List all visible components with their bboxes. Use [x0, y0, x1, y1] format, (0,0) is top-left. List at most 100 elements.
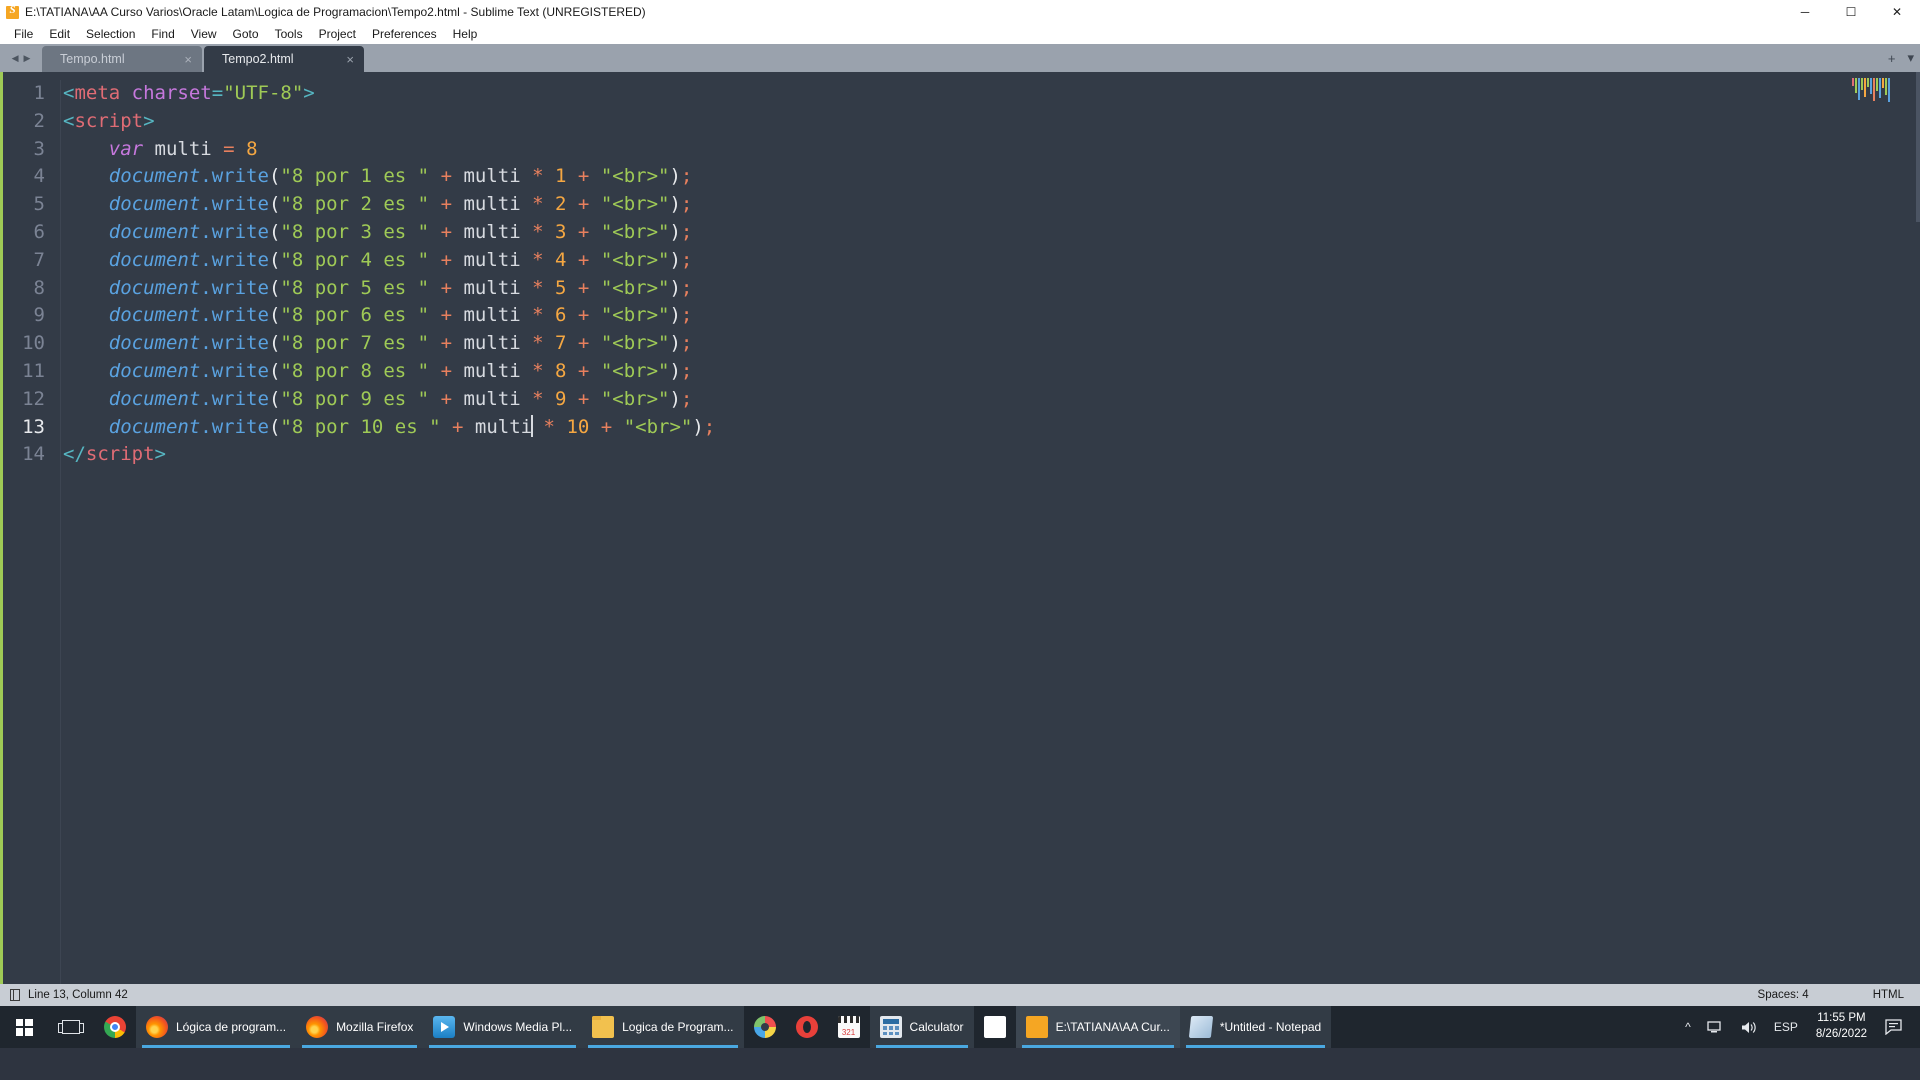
taskbar-item-folder[interactable]: Logica de Program...: [582, 1006, 744, 1048]
editor-vertical-scrollbar[interactable]: [1916, 72, 1920, 984]
taskbar-item-sublime-text[interactable]: E:\TATIANA\AA Cur...: [1015, 1006, 1180, 1048]
tab-close-icon[interactable]: ×: [346, 52, 354, 67]
code-line[interactable]: document.write("8 por 9 es " + multi * 9…: [63, 386, 1920, 414]
syntax-label[interactable]: HTML: [1873, 989, 1904, 1001]
taskbar-item-notepad[interactable]: *Untitled - Notepad: [1179, 1006, 1332, 1048]
menu-item-tools[interactable]: Tools: [267, 25, 311, 43]
taskbar-item-moodle[interactable]: [974, 1006, 1016, 1048]
menu-item-goto[interactable]: Goto: [225, 25, 267, 43]
code-area[interactable]: <meta charset="UTF-8"> <script> var multi…: [55, 72, 1920, 984]
firefox-icon: [146, 1016, 168, 1038]
code-token: *: [532, 359, 544, 382]
code-token: ): [669, 220, 681, 243]
maximize-button[interactable]: ☐: [1828, 0, 1874, 24]
start-button[interactable]: [0, 1006, 48, 1048]
tab-prev-icon[interactable]: ◀: [12, 53, 19, 64]
taskbar-item-chrome[interactable]: [94, 1006, 136, 1048]
taskbar-item-calculator[interactable]: Calculator: [869, 1006, 974, 1048]
code-line[interactable]: document.write("8 por 6 es " + multi * 6…: [63, 302, 1920, 330]
tab-menu-icon[interactable]: ▾: [1907, 50, 1914, 66]
taskbar-item-windows-media-player[interactable]: Windows Media Pl...: [423, 1006, 583, 1048]
line-number: 6: [33, 220, 45, 243]
code-line[interactable]: document.write("8 por 4 es " + multi * 4…: [63, 247, 1920, 275]
code-token: document: [108, 387, 201, 410]
minimap[interactable]: [1852, 78, 1912, 104]
new-tab-icon[interactable]: +: [1888, 51, 1896, 66]
taskbar-active-indicator: [142, 1045, 291, 1048]
line-number: 7: [33, 248, 45, 271]
code-line[interactable]: var multi = 8: [63, 136, 1920, 164]
code-token: .: [200, 304, 212, 327]
code-token: write: [211, 165, 269, 188]
code-token: "<br>": [600, 165, 670, 188]
window-controls: ─ ☐ ✕: [1782, 0, 1920, 24]
minimap-stripe: [1858, 78, 1860, 100]
taskbar-item-firefox[interactable]: Mozilla Firefox: [296, 1006, 424, 1048]
code-token: .: [200, 387, 212, 410]
menu-item-help[interactable]: Help: [445, 25, 486, 43]
taskbar-item-firefox[interactable]: Lógica de program...: [136, 1006, 297, 1048]
taskbar-active-indicator: [302, 1045, 418, 1048]
volume-icon[interactable]: [1732, 1006, 1766, 1048]
line-number: 13: [22, 415, 45, 438]
menu-item-edit[interactable]: Edit: [41, 25, 78, 43]
code-line[interactable]: <script>: [63, 108, 1920, 136]
code-line[interactable]: document.write("8 por 2 es " + multi * 2…: [63, 191, 1920, 219]
code-editor[interactable]: 1 2 3 4 5 6 7 8 9 10 11 12 13 14 <meta charset="UTF-8…: [0, 72, 1920, 984]
action-center-icon[interactable]: [1877, 1006, 1916, 1048]
windows-media-player-icon: [433, 1016, 456, 1038]
minimap-stripe: [1855, 78, 1857, 93]
code-line[interactable]: document.write("8 por 8 es " + multi * 8…: [63, 358, 1920, 386]
code-token: write: [211, 276, 269, 299]
close-button[interactable]: ✕: [1874, 0, 1920, 24]
code-token: +: [577, 248, 590, 271]
menu-item-selection[interactable]: Selection: [78, 25, 143, 43]
menu-item-find[interactable]: Find: [143, 25, 182, 43]
task-view-button[interactable]: [48, 1006, 94, 1048]
indent-setting-label[interactable]: Spaces: 4: [1758, 989, 1809, 1001]
code-token: "<br>": [600, 387, 670, 410]
panel-toggle-icon[interactable]: [10, 989, 20, 1001]
code-line[interactable]: document.write("8 por 7 es " + multi * 7…: [63, 330, 1920, 358]
code-line[interactable]: <meta charset="UTF-8">: [63, 80, 1920, 108]
code-line[interactable]: document.write("8 por 3 es " + multi * 3…: [63, 219, 1920, 247]
menu-item-project[interactable]: Project: [311, 25, 364, 43]
tab-close-icon[interactable]: ×: [184, 52, 192, 67]
code-line[interactable]: document.write("8 por 1 es " + multi * 1…: [63, 163, 1920, 191]
code-line[interactable]: </script>: [63, 441, 1920, 469]
scrollbar-thumb[interactable]: [1916, 72, 1920, 222]
tab-tempo-html[interactable]: Tempo.html ×: [42, 46, 202, 72]
tab-tempo2-html[interactable]: Tempo2.html ×: [204, 46, 364, 72]
menu-item-preferences[interactable]: Preferences: [364, 25, 445, 43]
language-indicator[interactable]: ESP: [1766, 1006, 1806, 1048]
taskbar-item-paint[interactable]: [744, 1006, 786, 1048]
tab-next-icon[interactable]: ▶: [24, 53, 31, 64]
menu-item-view[interactable]: View: [183, 25, 225, 43]
code-token: ): [669, 276, 681, 299]
code-token: (: [268, 165, 281, 188]
code-token: <: [63, 443, 75, 466]
menu-item-file[interactable]: File: [6, 25, 41, 43]
code-line[interactable]: document.write("8 por 5 es " + multi * 5…: [63, 275, 1920, 303]
taskbar-item-video-editor[interactable]: [828, 1006, 870, 1048]
chevron-up-icon[interactable]: ^: [1677, 1006, 1699, 1048]
line-number: 5: [33, 193, 45, 216]
minimize-button[interactable]: ─: [1782, 0, 1828, 24]
code-line[interactable]: document.write("8 por 10 es " + multi * …: [63, 414, 1920, 442]
network-icon[interactable]: [1699, 1006, 1732, 1048]
code-token: "8 por 8 es ": [280, 359, 430, 382]
clock[interactable]: 11:55 PM 8/26/2022: [1806, 1006, 1877, 1048]
windows-taskbar: Lógica de program... Mozilla Firefox Windo…: [0, 1006, 1920, 1048]
taskbar-item-opera[interactable]: [786, 1006, 828, 1048]
code-token: document: [108, 220, 201, 243]
code-token: (: [268, 359, 281, 382]
tab-scroll-arrows[interactable]: ◀ ▶: [0, 44, 42, 72]
